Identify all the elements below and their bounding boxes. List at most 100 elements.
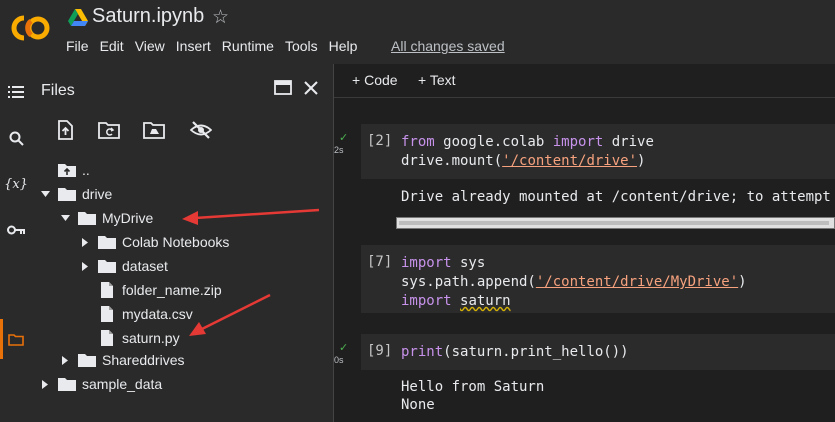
left-rail: {x}	[0, 64, 32, 422]
star-icon[interactable]: ☆	[212, 6, 229, 29]
caret-right-icon[interactable]	[58, 353, 72, 367]
execution-count[interactable]: [2]	[367, 133, 392, 149]
tree-item-mydata-csv[interactable]: mydata.csv	[98, 303, 193, 325]
code-token: import	[401, 293, 452, 309]
code-cell[interactable]: ✓ 2s [2] from google.colab import drive …	[334, 124, 835, 179]
folder-icon	[98, 236, 116, 249]
add-text-button[interactable]: + Text	[418, 72, 456, 88]
caret-right-icon[interactable]	[78, 235, 92, 249]
header-bar: Saturn.ipynb ☆ File Edit View Insert Run…	[0, 0, 835, 64]
output-scrollbar-thumb[interactable]	[399, 221, 829, 225]
cell-output: Drive already mounted at /content/drive;…	[401, 189, 831, 205]
code-token: print	[401, 344, 444, 360]
folder-icon[interactable]	[4, 327, 28, 351]
code-cell[interactable]: ✓ 0s [9] print(saturn.print_hello())	[334, 334, 835, 370]
run-duration: 0s	[334, 355, 344, 365]
tree-item-up[interactable]: ..	[58, 159, 90, 181]
menu-bar: File Edit View Insert Runtime Tools Help	[66, 38, 368, 54]
add-code-label: Code	[364, 72, 398, 88]
tree-item-folder-name-zip[interactable]: folder_name.zip	[98, 279, 222, 301]
code-token: drive	[603, 134, 654, 150]
menu-help[interactable]: Help	[329, 38, 358, 54]
notebook-area: + Code + Text ✓ 2s [2] from google.colab…	[334, 64, 835, 422]
code-token: sys.path.append(	[401, 274, 536, 290]
tree-item-label: saturn.py	[122, 330, 180, 346]
folder-icon	[58, 188, 76, 201]
tree-item-label: mydata.csv	[122, 306, 193, 322]
tree-item-shareddrives[interactable]: Shareddrives	[58, 349, 185, 371]
execution-count[interactable]: [7]	[367, 254, 392, 270]
tree-item-mydrive[interactable]: MyDrive	[58, 207, 153, 229]
code-editor[interactable]: import sys sys.path.append('/content/dri…	[401, 254, 747, 311]
file-icon	[101, 330, 113, 346]
variables-icon[interactable]: {x}	[4, 172, 28, 196]
caret-right-icon[interactable]	[78, 259, 92, 273]
refresh-folder-icon[interactable]	[98, 119, 120, 141]
close-icon[interactable]	[301, 78, 321, 98]
cell-output-line: Hello from Saturn	[401, 379, 545, 395]
code-token: drive.mount(	[401, 153, 503, 169]
open-in-tab-icon[interactable]	[273, 78, 293, 98]
menu-view[interactable]: View	[135, 38, 165, 54]
search-icon[interactable]	[4, 126, 28, 150]
run-duration: 2s	[334, 145, 344, 155]
panel-title: Files	[41, 82, 75, 99]
plus-icon: +	[418, 72, 427, 88]
code-token: from	[401, 134, 435, 150]
code-editor[interactable]: from google.colab import drive drive.mou…	[401, 133, 654, 171]
tree-item-label: drive	[82, 186, 113, 202]
code-token: )	[637, 153, 646, 169]
execution-count[interactable]: [9]	[367, 343, 392, 359]
menu-tools[interactable]: Tools	[285, 38, 318, 54]
colab-logo[interactable]	[10, 12, 52, 44]
key-icon[interactable]	[4, 218, 28, 242]
tree-item-drive[interactable]: drive	[38, 183, 112, 205]
tree-item-label: Colab Notebooks	[122, 234, 230, 250]
run-success-icon: ✓	[339, 342, 349, 354]
add-text-label: Text	[429, 72, 456, 88]
code-token: import	[552, 134, 604, 150]
code-cell[interactable]: [7] import sys sys.path.append('/content…	[361, 245, 835, 313]
folder-icon	[58, 378, 76, 391]
menu-runtime[interactable]: Runtime	[222, 38, 274, 54]
hide-icon[interactable]	[190, 119, 212, 141]
tree-item-label: folder_name.zip	[122, 282, 222, 298]
menu-insert[interactable]: Insert	[176, 38, 211, 54]
folder-icon	[78, 354, 96, 367]
folder-icon	[98, 260, 116, 273]
code-token: import	[401, 255, 452, 271]
run-success-icon: ✓	[339, 132, 349, 144]
menu-file[interactable]: File	[66, 38, 89, 54]
notebook-toolbar: + Code + Text	[334, 64, 835, 98]
tree-item-colab-notebooks[interactable]: Colab Notebooks	[78, 231, 229, 253]
save-status-link[interactable]: All changes saved	[391, 38, 505, 54]
tree-item-label: MyDrive	[102, 210, 154, 226]
file-icon	[101, 306, 113, 322]
menu-edit[interactable]: Edit	[100, 38, 124, 54]
caret-down-icon[interactable]	[58, 211, 72, 225]
code-editor[interactable]: print(saturn.print_hello())	[401, 343, 629, 362]
folder-icon	[78, 212, 96, 225]
notebook-title[interactable]: Saturn.ipynb	[92, 5, 204, 28]
mount-drive-icon[interactable]	[143, 119, 165, 141]
files-panel: Files .. drive MyDrive Colab Notebooks d…	[32, 64, 334, 422]
tree-item-label: Shareddrives	[102, 352, 185, 368]
toc-icon[interactable]	[4, 80, 28, 104]
code-token: (saturn.print_hello())	[443, 344, 629, 360]
plus-icon: +	[352, 72, 361, 88]
code-token: google.colab	[434, 134, 553, 150]
tree-item-label: ..	[82, 162, 90, 178]
upload-icon[interactable]	[54, 119, 76, 141]
tree-item-sample-data[interactable]: sample_data	[38, 373, 162, 395]
add-code-button[interactable]: + Code	[352, 72, 398, 88]
tree-item-saturn-py[interactable]: saturn.py	[98, 327, 180, 349]
active-tab-indicator	[0, 319, 3, 359]
output-scrollbar[interactable]	[396, 217, 835, 229]
google-drive-icon[interactable]	[68, 9, 88, 27]
code-string: '/content/drive'	[502, 153, 638, 169]
caret-down-icon[interactable]	[38, 187, 52, 201]
tree-item-label: dataset	[122, 258, 168, 274]
caret-right-icon[interactable]	[38, 377, 52, 391]
tree-item-dataset[interactable]: dataset	[78, 255, 168, 277]
